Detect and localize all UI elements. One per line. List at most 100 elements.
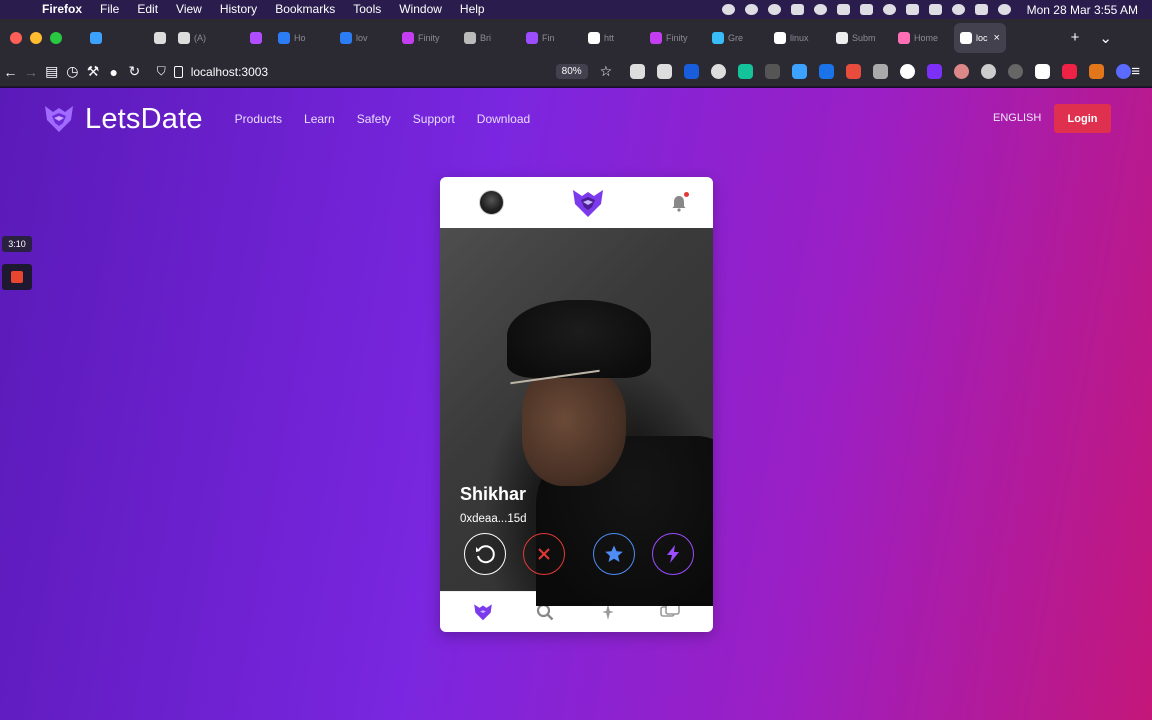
cloud-icon[interactable] bbox=[882, 4, 896, 15]
face-icon[interactable] bbox=[1116, 64, 1132, 79]
menu-app-name[interactable]: Firefox bbox=[42, 0, 91, 19]
browser-tab[interactable]: Home bbox=[892, 23, 954, 53]
menu-file[interactable]: File bbox=[91, 0, 128, 19]
close-window-button[interactable] bbox=[10, 32, 22, 44]
browser-tab[interactable] bbox=[208, 23, 240, 53]
menu-help[interactable]: Help bbox=[451, 0, 494, 19]
menu-edit[interactable]: Edit bbox=[128, 0, 167, 19]
browser-tab[interactable]: Finity bbox=[644, 23, 706, 53]
address-bar[interactable]: ⛉ localhost:3003 bbox=[149, 60, 396, 84]
menubar-clock[interactable]: Mon 28 Mar 3:55 AM bbox=[1027, 3, 1138, 17]
nav-products[interactable]: Products bbox=[235, 112, 282, 126]
diamond-icon[interactable] bbox=[792, 64, 808, 79]
browser-tab[interactable]: Finity bbox=[396, 23, 458, 53]
nav-safety[interactable]: Safety bbox=[357, 112, 391, 126]
settings-icon[interactable] bbox=[767, 4, 781, 15]
cloud-icon[interactable] bbox=[711, 64, 727, 79]
nav-support[interactable]: Support bbox=[413, 112, 455, 126]
display-icon[interactable] bbox=[859, 4, 873, 15]
zoom-level-badge[interactable]: 80% bbox=[555, 64, 588, 79]
browser-tab[interactable]: (A) bbox=[176, 23, 208, 53]
tracking-shield-icon[interactable]: ⛉ bbox=[157, 64, 166, 79]
b-icon[interactable] bbox=[790, 4, 804, 15]
memory-icon[interactable] bbox=[836, 4, 850, 15]
notification-bell-icon[interactable] bbox=[671, 191, 689, 212]
browser-tab[interactable] bbox=[240, 23, 272, 53]
k-icon[interactable] bbox=[1008, 64, 1024, 79]
notion-icon[interactable] bbox=[1035, 64, 1051, 79]
back-button[interactable]: ← bbox=[0, 64, 21, 80]
browser-tab[interactable] bbox=[112, 23, 144, 53]
minimize-window-button[interactable] bbox=[30, 32, 42, 44]
browser-tab[interactable]: htt bbox=[582, 23, 644, 53]
fox-icon[interactable] bbox=[1089, 64, 1105, 79]
bluetooth-icon[interactable] bbox=[928, 4, 942, 15]
shield-icon[interactable] bbox=[765, 64, 781, 79]
forward-button[interactable]: → bbox=[21, 64, 42, 80]
browser-tab[interactable]: Ho bbox=[272, 23, 334, 53]
browser-tab[interactable]: Subm bbox=[830, 23, 892, 53]
browser-tab[interactable]: linux bbox=[768, 23, 830, 53]
menu-view[interactable]: View bbox=[167, 0, 211, 19]
browser-tab[interactable] bbox=[80, 23, 112, 53]
url-text[interactable]: localhost:3003 bbox=[191, 65, 268, 79]
calendar-icon[interactable] bbox=[846, 64, 862, 79]
pocket-icon[interactable] bbox=[630, 64, 646, 79]
wrench-icon[interactable]: ⚒ bbox=[83, 63, 104, 80]
menu-history[interactable]: History bbox=[211, 0, 266, 19]
browser-tab[interactable]: Fin bbox=[520, 23, 582, 53]
gear-icon[interactable] bbox=[981, 64, 997, 79]
s-extension-icon[interactable]: ● bbox=[103, 64, 124, 80]
language-selector[interactable]: ENGLISH bbox=[993, 112, 1041, 124]
zoom-window-button[interactable] bbox=[50, 32, 62, 44]
power-icon[interactable] bbox=[900, 64, 916, 79]
list-tabs-button[interactable]: ⌄ bbox=[1099, 29, 1112, 47]
download-icon[interactable] bbox=[657, 64, 673, 79]
avatar[interactable] bbox=[479, 190, 504, 215]
browser-tab[interactable]: Bri bbox=[458, 23, 520, 53]
pen-icon[interactable] bbox=[873, 64, 889, 79]
s-icon[interactable] bbox=[819, 64, 835, 79]
close-tab-icon[interactable]: × bbox=[994, 32, 1000, 44]
app-logo-icon[interactable] bbox=[571, 188, 605, 218]
brightness-icon[interactable] bbox=[813, 4, 827, 15]
rewind-button[interactable] bbox=[464, 533, 506, 575]
menu-bookmarks[interactable]: Bookmarks bbox=[266, 0, 344, 19]
sidebar-icon[interactable]: ▤ bbox=[41, 63, 62, 80]
page-info-icon[interactable] bbox=[173, 65, 183, 78]
bottom-nav-home[interactable] bbox=[473, 602, 493, 622]
grid-icon[interactable] bbox=[1062, 64, 1078, 79]
profile-photo[interactable]: Shikhar 0xdeaa...15d bbox=[440, 228, 713, 606]
vpn-icon[interactable] bbox=[744, 4, 758, 15]
menu-hamburger-icon[interactable]: ≡ bbox=[1131, 63, 1140, 80]
grammarly-icon[interactable] bbox=[738, 64, 754, 79]
nav-learn[interactable]: Learn bbox=[304, 112, 335, 126]
bookmark-star-icon[interactable]: ☆ bbox=[600, 63, 613, 80]
nav-download[interactable]: Download bbox=[477, 112, 530, 126]
control-center-icon[interactable] bbox=[974, 4, 988, 15]
browser-tab[interactable]: loc × bbox=[954, 23, 1006, 53]
browser-tab[interactable]: lov bbox=[334, 23, 396, 53]
siri-icon[interactable] bbox=[997, 4, 1011, 15]
reload-icon[interactable]: ↻ bbox=[124, 63, 145, 80]
battery-icon[interactable] bbox=[905, 4, 919, 15]
history-icon[interactable]: ◷ bbox=[62, 63, 83, 80]
boost-button[interactable] bbox=[651, 533, 694, 575]
stop-recording-button[interactable] bbox=[2, 264, 32, 290]
nope-button[interactable] bbox=[522, 533, 565, 575]
browser-tab[interactable]: Gre bbox=[706, 23, 768, 53]
browser-tab[interactable] bbox=[144, 23, 176, 53]
new-tab-button[interactable]: + bbox=[1071, 29, 1080, 47]
brand[interactable]: LetsDate bbox=[43, 103, 203, 136]
accessibility-icon[interactable] bbox=[721, 4, 735, 15]
hex-icon[interactable] bbox=[927, 64, 943, 79]
owl-icon[interactable] bbox=[954, 64, 970, 79]
bitwarden-icon[interactable] bbox=[684, 64, 700, 79]
close-icon bbox=[537, 548, 550, 560]
login-button[interactable]: Login bbox=[1054, 104, 1111, 133]
menu-window[interactable]: Window bbox=[390, 0, 451, 19]
airdrop-icon[interactable] bbox=[951, 4, 965, 15]
super-like-button[interactable] bbox=[593, 533, 636, 575]
menu-tools[interactable]: Tools bbox=[344, 0, 390, 19]
triangle-icon bbox=[588, 32, 600, 44]
